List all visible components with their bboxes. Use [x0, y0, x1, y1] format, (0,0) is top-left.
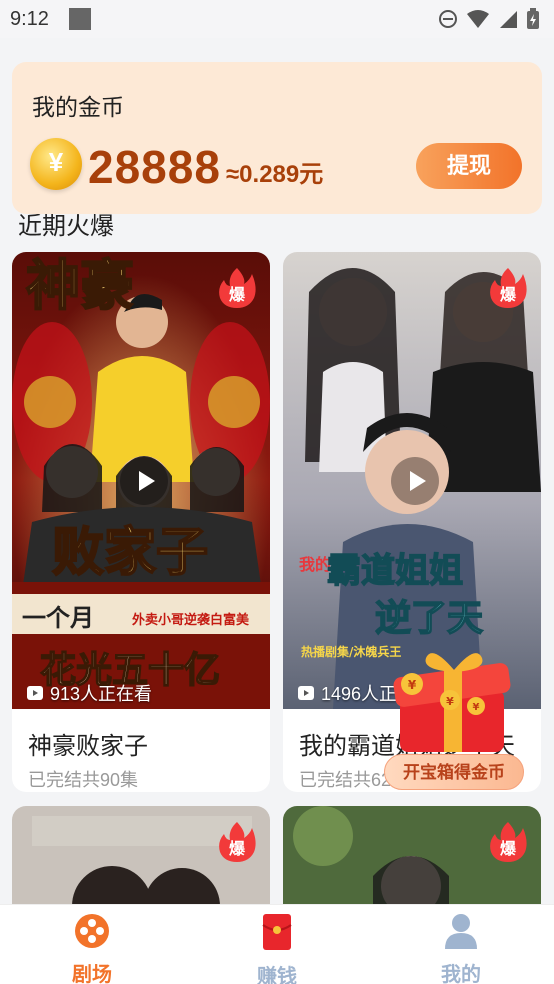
gold-coin-icon: ¥	[30, 138, 82, 190]
hot-badge-label: 爆	[229, 285, 246, 304]
play-button[interactable]	[391, 457, 439, 505]
video-icon	[298, 686, 314, 700]
poster-title-top: 神豪	[26, 253, 134, 317]
hot-badge-label: 爆	[229, 839, 246, 858]
wifi-icon	[467, 10, 489, 28]
battery-icon	[527, 8, 539, 29]
treasure-box-widget[interactable]: ¥ ¥ ¥ 开宝箱得金币	[384, 626, 524, 794]
drama-card[interactable]: 神豪 败家子 一个月 外卖小哥逆袭白富美 花光五十亿 爆 913人正在看 神豪败…	[12, 252, 270, 792]
play-icon	[139, 471, 155, 491]
film-reel-icon	[75, 914, 109, 948]
treasure-box-icon: ¥ ¥ ¥	[393, 653, 511, 752]
drama-title: 神豪败家子	[28, 733, 148, 760]
red-envelope-icon	[262, 914, 292, 950]
notification-icon	[69, 8, 91, 30]
hot-badge: 爆	[487, 266, 529, 310]
poster-title-main: 霸道姐姐	[327, 551, 463, 591]
coin-symbol: ¥	[473, 702, 480, 713]
nav-item-profile[interactable]: 我的	[401, 913, 521, 984]
coin-symbol: ¥	[446, 695, 454, 708]
play-icon	[410, 471, 426, 491]
user-icon	[445, 914, 477, 949]
coin-rate: ≈0.289元	[226, 161, 324, 188]
bottom-nav: 剧场 赚钱 我的	[0, 904, 554, 984]
hot-badge: 爆	[216, 820, 258, 864]
do-not-disturb-icon	[439, 10, 457, 28]
video-icon	[27, 686, 43, 700]
watching-count-row: 913人正在看	[26, 680, 152, 706]
flame-icon: 爆	[490, 822, 527, 862]
status-icons	[438, 8, 540, 30]
watching-count: 913人正在看	[50, 684, 153, 704]
drama-poster: 神豪 败家子 一个月 外卖小哥逆袭白富美 花光五十亿 爆 913人正在看	[12, 252, 270, 709]
nav-label: 剧场	[72, 964, 112, 984]
hot-badge-label: 爆	[500, 285, 517, 304]
nav-label: 赚钱	[257, 966, 297, 984]
hot-badge: 爆	[216, 266, 258, 310]
flame-icon: 爆	[490, 268, 527, 308]
coin-amount: 28888	[88, 141, 221, 193]
treasure-label[interactable]: 开宝箱得金币	[384, 754, 524, 790]
flame-icon: 爆	[219, 822, 256, 862]
flame-icon: 爆	[219, 268, 256, 308]
nav-label: 我的	[441, 964, 481, 984]
nav-item-earn[interactable]: 赚钱	[217, 913, 337, 984]
status-time: 9:12	[10, 8, 49, 30]
coin-symbol: ¥	[408, 678, 417, 692]
coin-balance-card: 我的金币 ¥ 28888 ≈0.289元 提现	[12, 62, 542, 214]
poster-title-main: 败家子	[52, 522, 208, 583]
signal-icon	[500, 11, 517, 28]
play-button[interactable]	[120, 457, 168, 505]
nav-item-theater[interactable]: 剧场	[32, 913, 152, 984]
poster-tagline-b: 外卖小哥逆袭白富美	[131, 612, 250, 628]
drama-episodes: 已完结共90集	[28, 770, 139, 790]
coin-card-title: 我的金币	[32, 94, 124, 120]
coin-symbol: ¥	[48, 147, 64, 177]
withdraw-button[interactable]: 提现	[416, 143, 522, 189]
poster-tagline-a: 一个月	[22, 604, 94, 632]
hot-badge: 爆	[487, 820, 529, 864]
status-bar: 9:12	[0, 0, 554, 38]
hot-badge-label: 爆	[500, 839, 517, 858]
